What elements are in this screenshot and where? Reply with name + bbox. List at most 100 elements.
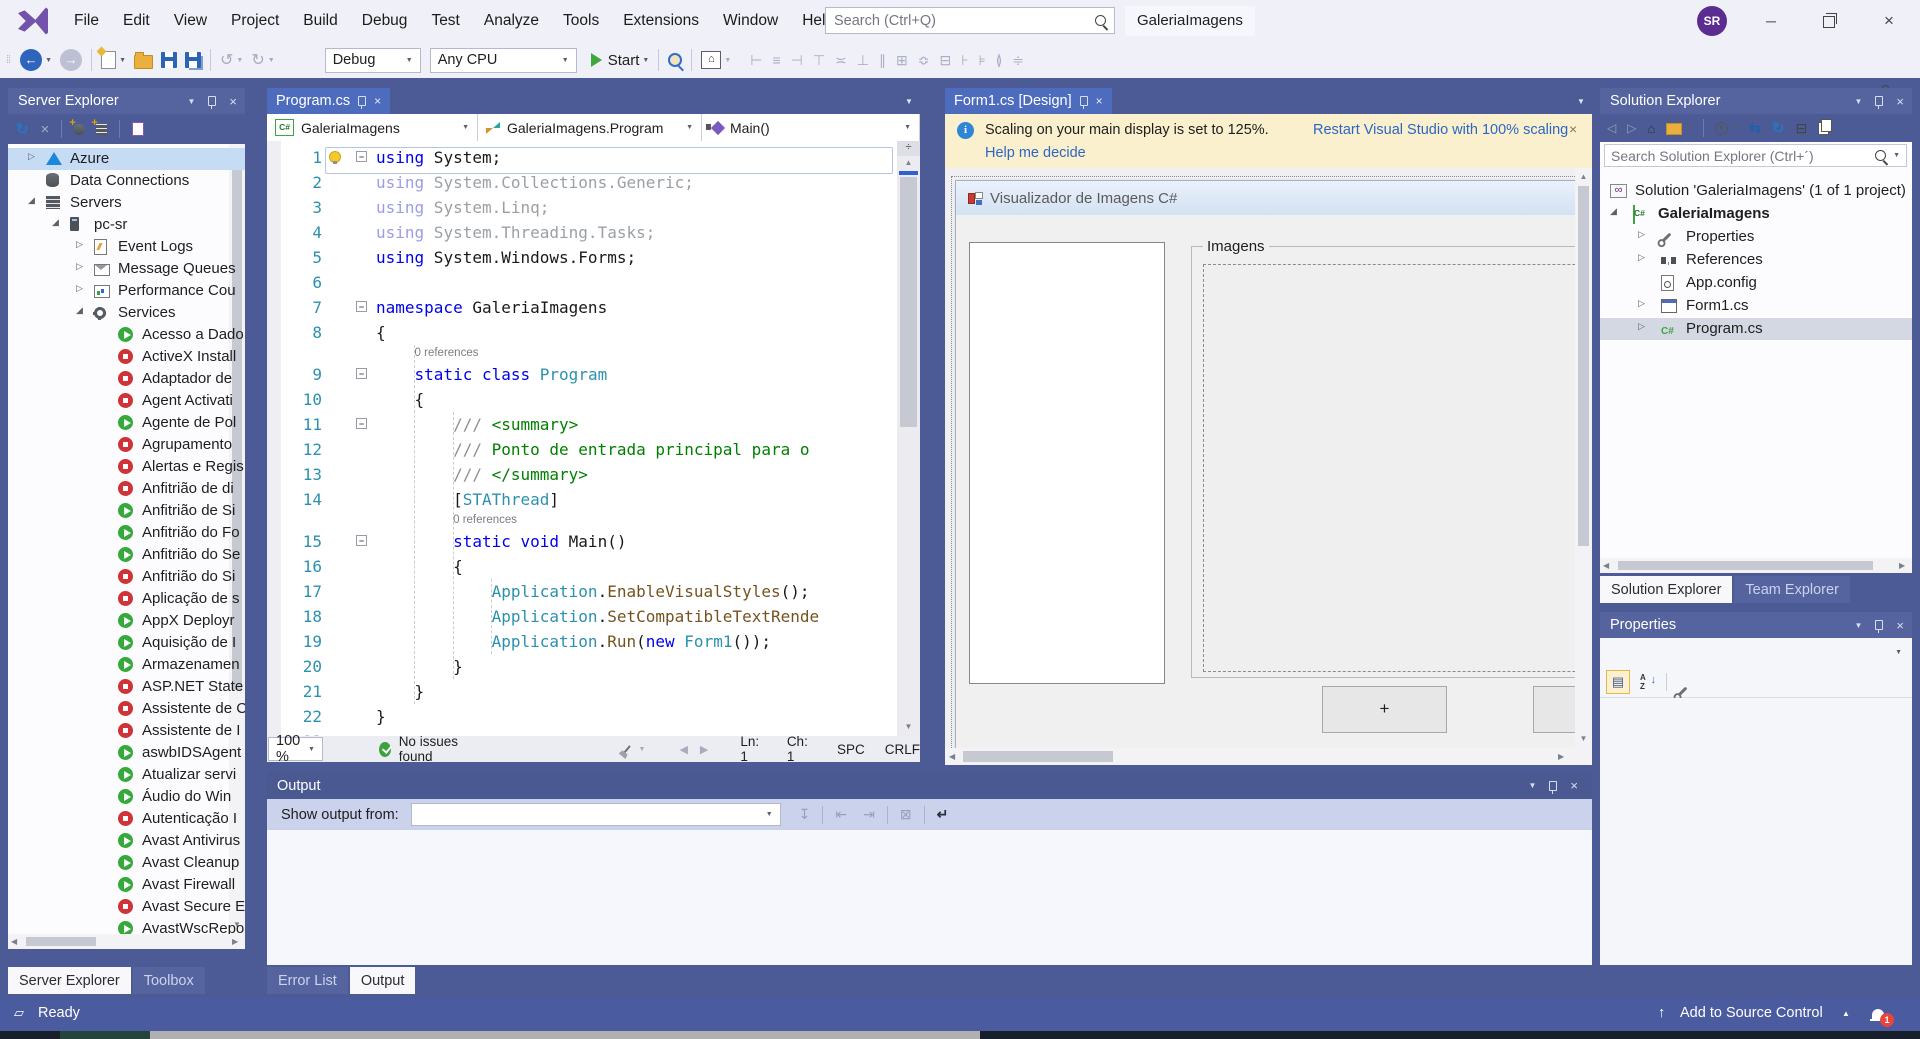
- word-wrap-icon[interactable]: ↵: [937, 806, 949, 823]
- sync-with-active-document-icon[interactable]: ⇆: [1749, 120, 1761, 137]
- scrollbar-thumb[interactable]: [26, 937, 96, 946]
- code-line-21[interactable]: 21 }: [267, 679, 920, 704]
- clear-all-icon[interactable]: ⊠: [900, 806, 912, 823]
- add-to-source-control-button[interactable]: Add to Source Control: [1680, 1005, 1823, 1021]
- code-line-4[interactable]: 4using System.Threading.Tasks;: [267, 220, 920, 245]
- expand-arrow[interactable]: ▷: [76, 239, 83, 250]
- tree-item-acesso-a-dado[interactable]: Acesso a Dado: [8, 324, 245, 346]
- quick-search-input[interactable]: Search (Ctrl+Q): [825, 7, 1115, 34]
- home-icon[interactable]: ⌂: [1647, 121, 1655, 136]
- switch-views-button[interactable]: ▼: [1666, 121, 1692, 135]
- tree-item-adaptador-de[interactable]: Adaptador de: [8, 368, 245, 390]
- tree-item-alertas-e-regis[interactable]: Alertas e Regis: [8, 456, 245, 478]
- menu-tools[interactable]: Tools: [551, 0, 611, 42]
- code-cleanup-dropdown-icon[interactable]: ▼: [639, 746, 646, 753]
- tab-output[interactable]: Output: [350, 967, 416, 994]
- code-line-13[interactable]: 13 /// </summary>: [267, 462, 920, 487]
- tab-team-explorer[interactable]: Team Explorer: [1734, 576, 1849, 603]
- tree-item-data-connections[interactable]: Data Connections: [8, 170, 245, 192]
- toolbar-grip[interactable]: ⁞⁞: [6, 54, 10, 66]
- tab-server-explorer[interactable]: Server Explorer: [8, 967, 131, 994]
- add-sharepoint-connection-icon[interactable]: [132, 122, 144, 136]
- code-line-10[interactable]: 10 {: [267, 387, 920, 412]
- solution-explorer-panel-header[interactable]: Solution Explorer ▼×: [1600, 88, 1912, 114]
- health-check-icon[interactable]: [379, 742, 391, 757]
- menu-build[interactable]: Build: [291, 0, 349, 42]
- scroll-right-icon[interactable]: ▶: [1558, 752, 1564, 761]
- designer-vscrollbar[interactable]: ▲ ▼: [1575, 168, 1592, 748]
- chevron-up-icon[interactable]: ▲: [1842, 1009, 1850, 1018]
- tree-item-pc-sr[interactable]: ◢pc-sr: [8, 214, 245, 236]
- prev-position-icon[interactable]: ◀: [679, 743, 687, 756]
- notifications-bell-icon[interactable]: 1: [1872, 1007, 1884, 1023]
- expand-arrow[interactable]: ▷: [1638, 298, 1645, 309]
- tree-item-services[interactable]: ◢Services: [8, 302, 245, 324]
- help-me-decide-link[interactable]: Help me decide: [985, 145, 1086, 161]
- tab-solution-explorer[interactable]: Solution Explorer: [1600, 576, 1732, 603]
- tree-item-servers[interactable]: ◢Servers: [8, 192, 245, 214]
- editor-vscrollbar[interactable]: ÷ ▲ ▼: [897, 141, 920, 736]
- code-line-18[interactable]: 18 Application.SetCompatibleTextRende: [267, 604, 920, 629]
- new-project-button[interactable]: ▼: [101, 48, 126, 72]
- tree-item-anfitri-o-de-di[interactable]: Anfitrião de di: [8, 478, 245, 500]
- refresh-icon[interactable]: ↻: [1772, 119, 1785, 137]
- output-content[interactable]: [267, 830, 1592, 965]
- menu-file[interactable]: File: [62, 0, 111, 42]
- expand-arrow[interactable]: ▷: [76, 283, 83, 294]
- start-debugging-button[interactable]: Start▼: [591, 48, 650, 72]
- expand-arrow[interactable]: ▷: [1638, 321, 1645, 332]
- menu-debug[interactable]: Debug: [350, 0, 420, 42]
- close-notification-icon[interactable]: ×: [1569, 121, 1577, 137]
- close-tab-icon[interactable]: ×: [1096, 94, 1103, 108]
- open-file-button[interactable]: [134, 48, 153, 72]
- window-position-icon[interactable]: ▼: [1854, 621, 1862, 630]
- save-button[interactable]: [161, 48, 177, 72]
- tab-form1-design[interactable]: Form1.cs [Design] ×: [945, 88, 1112, 114]
- code-line-2[interactable]: 2using System.Collections.Generic;: [267, 170, 920, 195]
- categorized-button[interactable]: ▤: [1606, 670, 1630, 694]
- tree-item-appx-deployr[interactable]: AppX Deployr: [8, 610, 245, 632]
- code-editor[interactable]: 1−using System;2using System.Collections…: [267, 141, 920, 736]
- search-solution-input[interactable]: Search Solution Explorer (Ctrl+´) ▼: [1604, 144, 1907, 167]
- tab-program-cs[interactable]: Program.cs ×: [267, 88, 390, 114]
- menu-window[interactable]: Window: [711, 0, 790, 42]
- navigate-forward-button[interactable]: →: [60, 48, 82, 72]
- tree-item-event-logs[interactable]: ▷Event Logs: [8, 236, 245, 258]
- close-icon[interactable]: ×: [1896, 618, 1904, 633]
- tree-item-anfitri-o-do-fo[interactable]: Anfitrião do Fo: [8, 522, 245, 544]
- tree-item--udio-do-win[interactable]: Áudio do Win: [8, 786, 245, 808]
- tree-item-aquisi-o-de-i[interactable]: Aquisição de I: [8, 632, 245, 654]
- tree-item-avastwscrepo[interactable]: AvastWscRepo: [8, 918, 245, 934]
- tree-item-performance-cou[interactable]: ▷Performance Cou: [8, 280, 245, 302]
- expand-arrow[interactable]: ▷: [28, 151, 35, 162]
- scroll-up-icon[interactable]: ▲: [897, 156, 920, 167]
- code-line-12[interactable]: 12 /// Ponto de entrada principal para o: [267, 437, 920, 462]
- collapse-all-icon[interactable]: ⊟: [1796, 120, 1808, 137]
- scrollbar-thumb[interactable]: [1578, 186, 1589, 546]
- alphabetical-sort-icon[interactable]: ↓: [1640, 673, 1656, 691]
- avatar[interactable]: SR: [1697, 6, 1727, 36]
- menu-view[interactable]: View: [162, 0, 219, 42]
- tree-item-aplica-o-de-s[interactable]: Aplicação de s: [8, 588, 245, 610]
- tree-item-solution-galeriaimagens-1-of-1-project-[interactable]: Solution 'GaleriaImagens' (1 of 1 projec…: [1600, 180, 1912, 202]
- collapse-arrow[interactable]: ◢: [1610, 206, 1617, 217]
- output-source-select[interactable]: ▼: [411, 803, 781, 826]
- member-dropdown[interactable]: Main() ▼: [702, 114, 920, 141]
- expand-arrow[interactable]: ▷: [1638, 252, 1645, 263]
- tree-item-atualizar-servi[interactable]: Atualizar servi: [8, 764, 245, 786]
- save-all-button[interactable]: [185, 48, 201, 72]
- solution-configuration-select[interactable]: Debug▼: [325, 48, 421, 73]
- connect-to-server-icon[interactable]: [96, 124, 107, 135]
- code-line-5[interactable]: 5using System.Windows.Forms;: [267, 245, 920, 270]
- code-line-11[interactable]: 11− /// <summary>: [267, 412, 920, 437]
- form-designer-surface[interactable]: Visualizador de Imagens C# Imagens + ▲ ▼…: [945, 168, 1592, 765]
- refresh-icon[interactable]: ↻: [16, 120, 29, 138]
- close-icon[interactable]: ×: [1896, 94, 1904, 109]
- pending-changes-filter-button[interactable]: ▼: [1715, 122, 1738, 135]
- pin-tab-icon[interactable]: [1080, 96, 1088, 106]
- lightbulb-icon[interactable]: [329, 151, 341, 163]
- codelens-references[interactable]: 0 references: [453, 512, 517, 529]
- type-dropdown[interactable]: GaleriaImagens.Program ▼: [478, 114, 702, 141]
- tree-item-armazenamen[interactable]: Armazenamen: [8, 654, 245, 676]
- restart-with-100-scaling-link[interactable]: Restart Visual Studio with 100% scaling: [1313, 122, 1568, 138]
